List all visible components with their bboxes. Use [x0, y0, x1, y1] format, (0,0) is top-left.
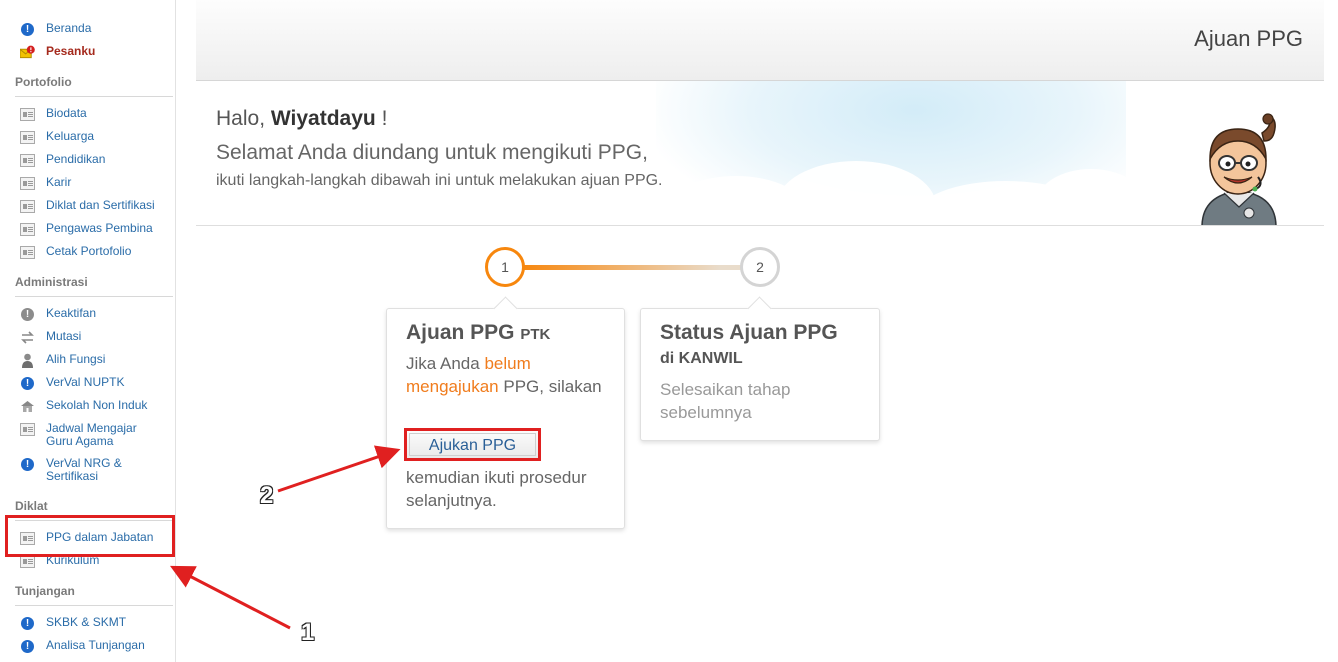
cloud-shape	[1036, 169, 1146, 225]
sidebar-item-alih-fungsi[interactable]: Alih Fungsi	[20, 353, 170, 368]
card-text: Jika Anda	[406, 354, 480, 373]
sidebar-item-label: Diklat dan Sertifikasi	[46, 198, 155, 212]
button-face: Ajukan PPG	[409, 433, 536, 456]
sidebar-item-karir[interactable]: Karir	[20, 176, 170, 191]
transfer-icon	[20, 330, 35, 345]
sidebar-item-label: Cetak Portofolio	[46, 244, 132, 258]
section-title-portofolio: Portofolio	[15, 75, 173, 97]
step-indicator-1: 1	[485, 247, 525, 287]
annotation-number-1: 1	[301, 619, 315, 646]
sidebar-item-verval-nrg[interactable]: ! VerVal NRG & Sertifikasi	[20, 457, 170, 483]
card-title: Status Ajuan PPG	[660, 321, 838, 344]
sidebar-item-label: Karir	[46, 175, 72, 189]
document-icon	[20, 176, 35, 191]
annotation-arrow-2	[277, 445, 401, 493]
person-icon	[20, 353, 35, 368]
user-name: Wiyatdayu	[270, 107, 376, 130]
sidebar-item-label: VerVal NUPTK	[46, 375, 125, 389]
sidebar-item-label: Beranda	[46, 21, 92, 35]
welcome-banner: Halo, Wiyatdayu ! Selamat Anda diundang …	[196, 81, 1324, 226]
sidebar-item-pesanku[interactable]: Pesanku	[20, 45, 170, 60]
sidebar: ! Beranda Pesanku Portofolio Biodata Kel	[0, 0, 176, 662]
sidebar-item-cetak-portofolio[interactable]: Cetak Portofolio	[20, 245, 170, 260]
annotation-number-2: 2	[260, 482, 274, 509]
sidebar-item-keaktifan[interactable]: ! Keaktifan	[20, 307, 170, 322]
card-title: Ajuan PPG PTK	[406, 321, 550, 345]
step-indicator-2: 2	[740, 247, 780, 287]
info-icon: !	[20, 639, 35, 654]
card-description: Jika Anda belum mengajukan PPG, silakan	[406, 352, 611, 398]
sidebar-item-label: VerVal NRG & Sertifikasi	[46, 456, 122, 483]
sidebar-item-label: Pesanku	[46, 44, 96, 58]
sidebar-item-label: Analisa Tunjangan	[46, 638, 145, 652]
page-title: Ajuan PPG	[1194, 26, 1303, 51]
info-grey-icon: !	[20, 307, 35, 322]
sidebar-item-label: Sekolah Non Induk	[46, 398, 148, 412]
mail-alert-icon	[20, 45, 35, 60]
document-icon	[20, 245, 35, 260]
ajukan-ppg-button[interactable]: Ajukan PPG	[404, 428, 541, 461]
sidebar-item-label: Mutasi	[46, 329, 82, 343]
card-title-suffix: PTK	[520, 326, 551, 343]
document-icon	[20, 222, 35, 237]
document-icon	[20, 130, 35, 145]
step-card-status-ajuan: Status Ajuan PPG di KANWIL Selesaikan ta…	[640, 308, 880, 441]
sidebar-item-jadwal-mengajar[interactable]: Jadwal Mengajar Guru Agama	[20, 422, 170, 448]
document-icon	[20, 107, 35, 122]
sidebar-item-pendidikan[interactable]: Pendidikan	[20, 153, 170, 168]
card-title-text: Ajuan PPG	[406, 321, 515, 344]
document-icon	[20, 153, 35, 168]
sidebar-item-verval-nuptk[interactable]: ! VerVal NUPTK	[20, 376, 170, 391]
sidebar-item-label: Pengawas Pembina	[46, 221, 153, 235]
card-subtitle: di KANWIL	[660, 350, 743, 367]
info-icon: !	[20, 376, 35, 391]
instruction-text: ikuti langkah-langkah dibawah ini untuk …	[216, 172, 663, 189]
info-icon: !	[20, 616, 35, 631]
sidebar-item-skbk-skmt[interactable]: ! SKBK & SKMT	[20, 616, 170, 631]
sidebar-item-analisa-tunjangan[interactable]: ! Analisa Tunjangan	[20, 639, 170, 654]
info-icon: !	[20, 22, 35, 37]
sidebar-item-label: Biodata	[46, 106, 87, 120]
greeting-prefix: Halo,	[216, 107, 266, 130]
school-icon	[20, 399, 35, 414]
section-title-administrasi: Administrasi	[15, 275, 173, 297]
card-text: PPG, silakan	[503, 377, 602, 396]
sidebar-item-label: Keaktifan	[46, 306, 97, 320]
sidebar-item-mutasi[interactable]: Mutasi	[20, 330, 170, 345]
sidebar-item-label: Pendidikan	[46, 152, 106, 166]
sidebar-item-label: Jadwal Mengajar Guru Agama	[46, 421, 137, 448]
annotation-arrow-1	[170, 565, 291, 630]
invitation-text: Selamat Anda diundang untuk mengikuti PP…	[216, 141, 648, 164]
card-description: Selesaikan tahap sebelumnya	[660, 380, 791, 422]
step-progress-line	[522, 265, 742, 270]
sidebar-item-beranda[interactable]: ! Beranda	[20, 22, 170, 37]
greeting: Halo, Wiyatdayu !	[216, 107, 387, 131]
info-icon: !	[20, 457, 35, 472]
mascot-avatar	[1201, 113, 1277, 225]
sidebar-item-diklat-sertifikasi[interactable]: Diklat dan Sertifikasi	[20, 199, 170, 214]
page-header: Ajuan PPG	[196, 0, 1324, 81]
sidebar-item-keluarga[interactable]: Keluarga	[20, 130, 170, 145]
sidebar-item-label: Alih Fungsi	[46, 352, 106, 366]
document-icon	[20, 199, 35, 214]
section-title-tunjangan: Tunjangan	[15, 584, 173, 606]
greeting-suffix: !	[381, 107, 388, 130]
sidebar-item-biodata[interactable]: Biodata	[20, 107, 170, 122]
sidebar-item-pengawas-pembina[interactable]: Pengawas Pembina	[20, 222, 170, 237]
card-followup-text: kemudian ikuti prosedur selanjutnya.	[406, 468, 587, 510]
step-card-ajuan-ppg: Ajuan PPG PTK Jika Anda belum mengajukan…	[386, 308, 625, 529]
sidebar-item-label: Keluarga	[46, 129, 95, 143]
sidebar-item-label: SKBK & SKMT	[46, 615, 127, 629]
sidebar-item-sekolah-non-induk[interactable]: Sekolah Non Induk	[20, 399, 170, 414]
highlight-box-ppg	[5, 515, 175, 557]
document-icon	[20, 422, 35, 437]
